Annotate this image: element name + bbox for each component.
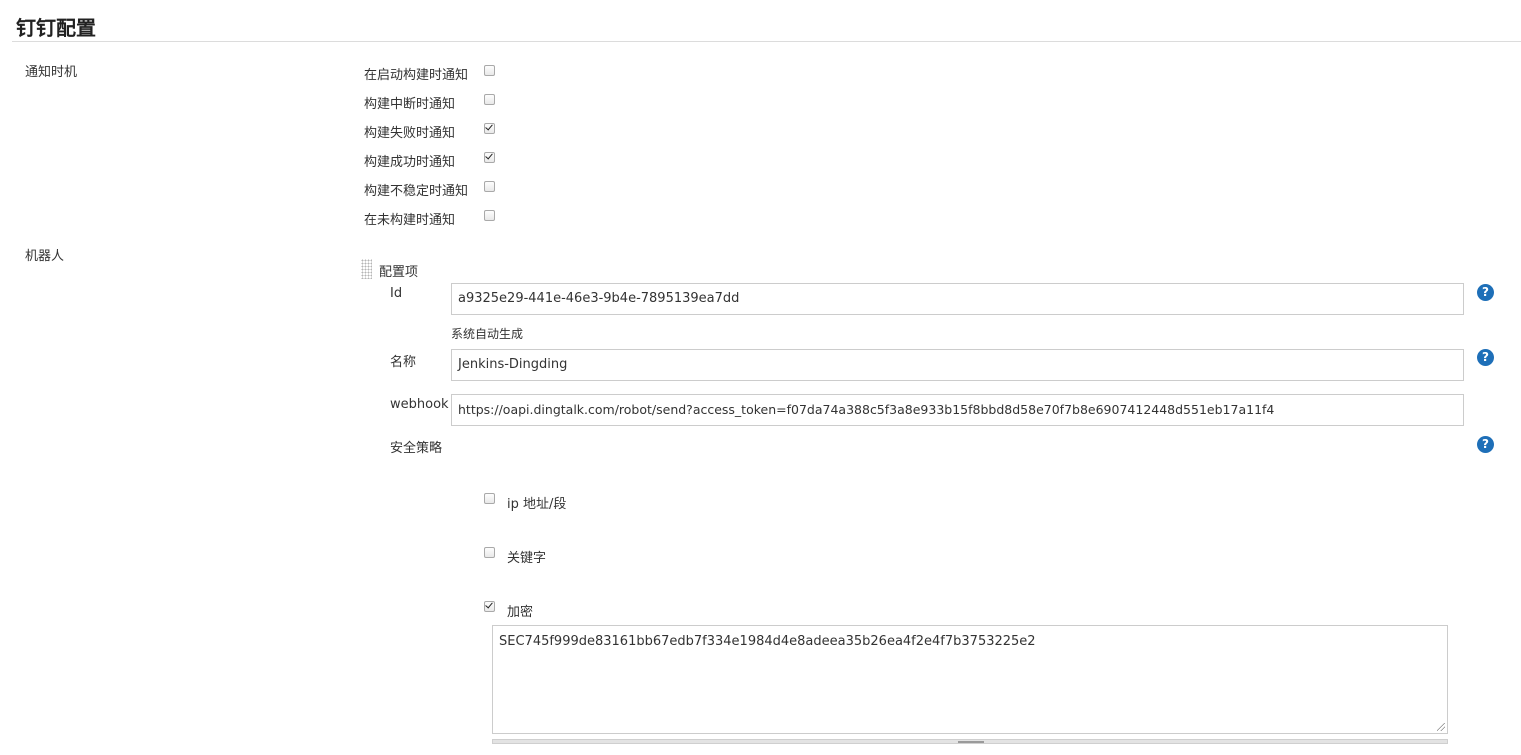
notify-option-label: 构建中断时通知	[364, 97, 456, 112]
notify-label: 通知时机	[25, 65, 78, 80]
notify-option-checkbox[interactable]	[484, 122, 495, 134]
id-input[interactable]: a9325e29-441e-46e3-9b4e-7895139ea7dd	[451, 283, 1464, 315]
help-icon[interactable]: ?	[1477, 349, 1494, 366]
webhook-label: webhook	[390, 397, 449, 412]
notify-option-label: 构建成功时通知	[364, 155, 456, 170]
checkmark-icon	[485, 151, 493, 160]
checkmark-icon	[485, 600, 493, 609]
textarea-resize-bar[interactable]	[492, 739, 1448, 744]
section-title: 钉钉配置	[16, 16, 96, 40]
notify-option-label: 在未构建时通知	[364, 213, 456, 228]
notify-option-checkbox[interactable]	[484, 210, 495, 221]
notify-option-checkbox[interactable]	[484, 181, 495, 192]
secret-value: SEC745f999de83161bb67edb7f334e1984d4e8ad…	[499, 634, 1036, 649]
drag-handle-icon[interactable]	[361, 259, 372, 279]
grip-icon	[958, 741, 984, 743]
security-option-label: 加密	[507, 605, 534, 620]
help-icon[interactable]: ?	[1477, 436, 1494, 453]
security-option-checkbox[interactable]	[484, 547, 495, 558]
checkmark-icon	[485, 122, 493, 131]
section-divider	[12, 41, 1521, 42]
robot-label: 机器人	[25, 249, 65, 264]
name-input[interactable]: Jenkins-Dingding	[451, 349, 1464, 381]
security-option-checkbox[interactable]	[484, 600, 495, 612]
id-label: Id	[390, 286, 403, 301]
notify-option-label: 在启动构建时通知	[364, 68, 469, 83]
id-hint: 系统自动生成	[451, 327, 524, 341]
notify-option-label: 构建不稳定时通知	[364, 184, 469, 199]
resize-grip-icon[interactable]	[1437, 723, 1445, 731]
notify-option-checkbox[interactable]	[484, 94, 495, 105]
notify-option-label: 构建失败时通知	[364, 126, 456, 141]
security-option-checkbox[interactable]	[484, 493, 495, 504]
security-label: 安全策略	[390, 441, 443, 456]
security-option-label: ip 地址/段	[507, 497, 567, 512]
security-option-label: 关键字	[507, 551, 547, 566]
notify-option-checkbox[interactable]	[484, 151, 495, 163]
name-label: 名称	[390, 355, 417, 370]
webhook-input[interactable]: https://oapi.dingtalk.com/robot/send?acc…	[451, 394, 1464, 426]
help-icon[interactable]: ?	[1477, 284, 1494, 301]
secret-textarea[interactable]: SEC745f999de83161bb67edb7f334e1984d4e8ad…	[492, 625, 1448, 734]
robot-item-title: 配置项	[379, 265, 419, 280]
notify-option-checkbox[interactable]	[484, 65, 495, 76]
